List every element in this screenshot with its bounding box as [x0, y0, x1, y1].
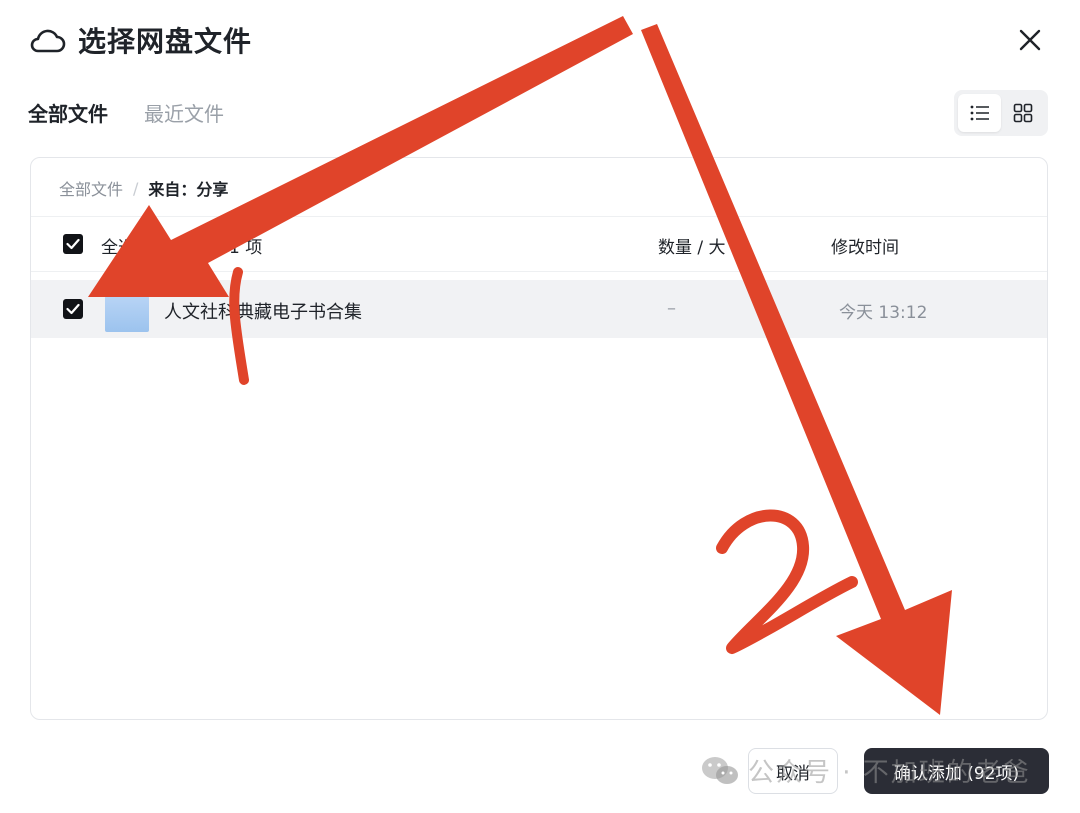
folder-icon [105, 296, 149, 332]
cloud-icon [30, 29, 66, 53]
selected-count-label: 1 项 [229, 238, 263, 258]
select-all-checkbox[interactable] [63, 234, 83, 254]
column-modified-time[interactable]: 修改时间 [831, 233, 899, 258]
breadcrumb-root[interactable]: 全部文件 [59, 176, 123, 200]
confirm-add-button[interactable]: 确认添加 (92项) [864, 748, 1049, 794]
dialog-header: 选择网盘文件 [28, 18, 252, 62]
file-row[interactable]: 人文社科典藏电子书合集 – 今天 13:12 [31, 280, 1047, 338]
checkmark-icon [66, 303, 80, 315]
column-count-size[interactable]: 数量 / 大 [658, 233, 726, 258]
file-size: – [667, 298, 676, 319]
grid-view-button[interactable] [1001, 94, 1044, 132]
list-header: 全选 1 项 数量 / 大 修改时间 [31, 216, 1047, 272]
tab-recent-files[interactable]: 最近文件 [144, 98, 224, 127]
list-view-icon [970, 105, 989, 121]
breadcrumb-separator: / [133, 178, 139, 198]
cancel-button[interactable]: 取消 [748, 748, 838, 794]
tab-all-files[interactable]: 全部文件 [28, 98, 108, 127]
file-list-panel: 全部文件 / 来自：分享 全选 1 项 数量 / 大 修改时间 人文社科典藏电子… [30, 157, 1048, 720]
list-view-button[interactable] [958, 94, 1001, 132]
grid-view-icon [1013, 103, 1032, 123]
dialog-title: 选择网盘文件 [78, 25, 253, 58]
breadcrumb-current: 来自：分享 [148, 180, 229, 199]
select-cloud-file-dialog: 选择网盘文件 全部文件 最近文件 全部文件 / 来自：分享 全选 1 项 数量 … [0, 0, 1080, 813]
checkmark-icon [66, 238, 80, 250]
file-tabs: 全部文件 最近文件 [28, 98, 224, 127]
select-all-label: 全选 [101, 238, 135, 258]
breadcrumb: 全部文件 / 来自：分享 [59, 176, 228, 200]
wechat-icon [702, 756, 738, 784]
view-toggle [954, 90, 1048, 136]
row-checkbox[interactable] [63, 299, 83, 319]
file-modified-time: 今天 13:12 [839, 303, 928, 323]
close-icon[interactable] [1016, 26, 1044, 54]
file-name: 人文社科典藏电子书合集 [164, 302, 362, 323]
